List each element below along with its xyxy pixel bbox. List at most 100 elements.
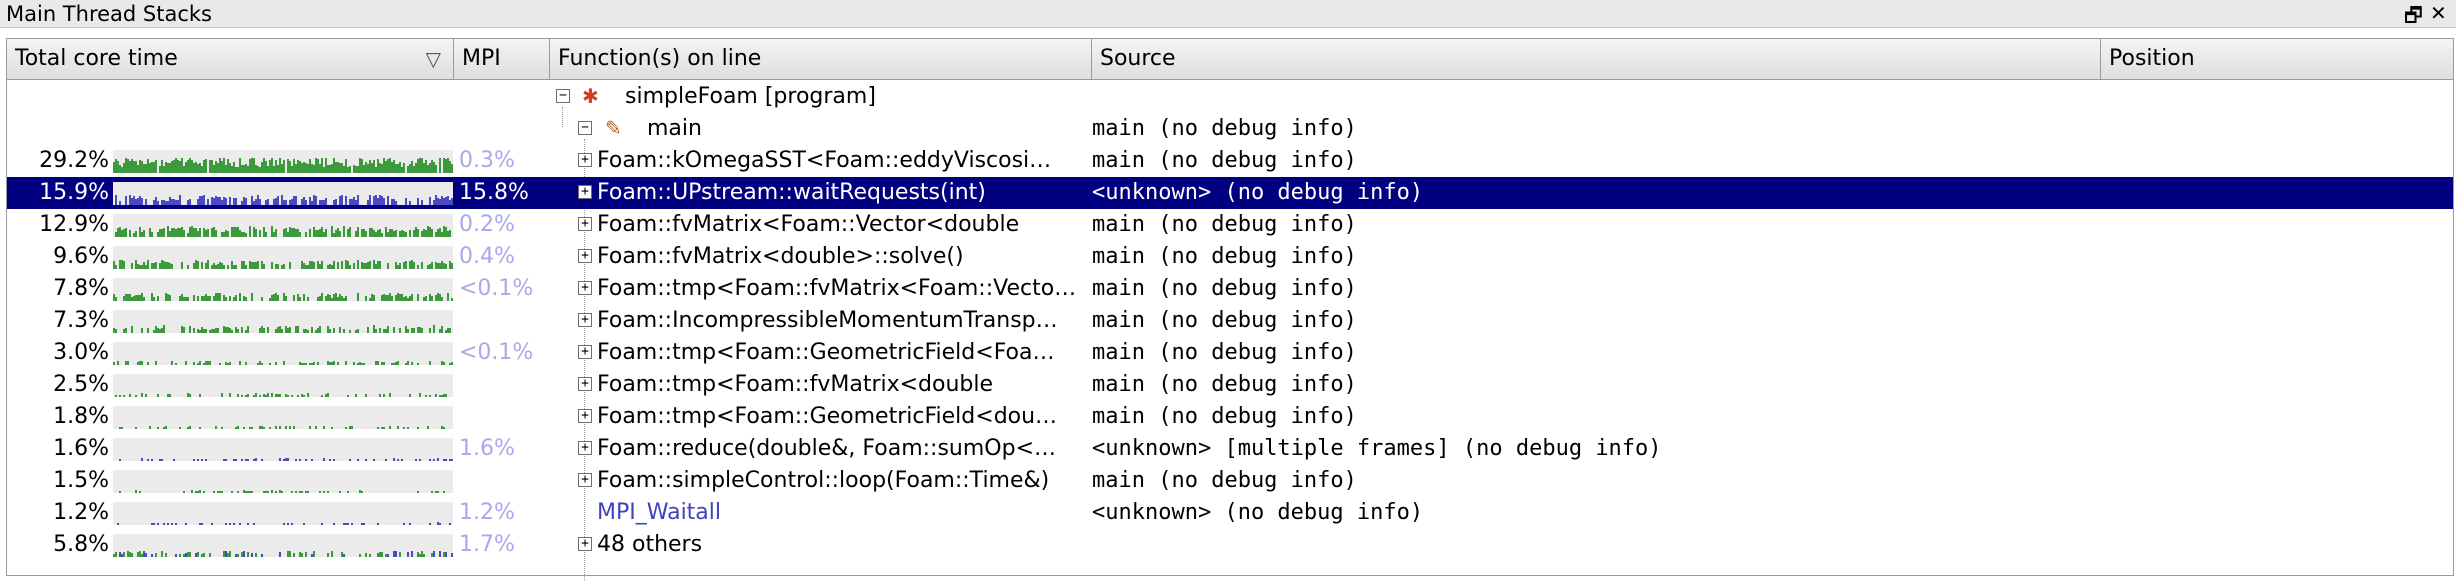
collapse-icon[interactable]: − <box>578 121 592 135</box>
source-location: main (no debug info) <box>1092 468 1357 493</box>
table-row[interactable]: 12.9% 0.2% + Foam::fvMatrix<Foam::Vector<do… <box>7 209 2453 241</box>
core-time-percent: 1.6% <box>53 436 109 461</box>
column-header-source[interactable]: Source <box>1092 39 2101 79</box>
source-location: <unknown> (no debug info) <box>1092 180 1424 205</box>
mpi-percent: <0.1% <box>459 276 534 301</box>
table-row[interactable]: 15.9% 15.8% + Foam::UPstream::waitRequests(… <box>7 177 2453 209</box>
tree-row-main[interactable]: − ✎ main main (no debug info) <box>7 113 2453 145</box>
core-time-percent: 12.9% <box>39 212 109 237</box>
table-row[interactable]: 1.2% 1.2% MPI_Waitall <unknown> (no debug i… <box>7 497 2453 529</box>
function-name: Foam::simpleControl::loop(Foam::Time&) <box>597 468 1050 493</box>
expand-icon[interactable]: + <box>578 345 592 359</box>
mpi-percent: 15.8% <box>459 180 529 205</box>
activity-sparkline <box>113 246 453 269</box>
activity-sparkline <box>113 502 453 525</box>
activity-sparkline <box>113 470 453 493</box>
core-time-percent: 9.6% <box>53 244 109 269</box>
function-name: Foam::fvMatrix<double>::solve() <box>597 244 964 269</box>
column-header-functions[interactable]: Function(s) on line <box>550 39 1092 79</box>
function-name: Foam::tmp<Foam::fvMatrix<Foam::Vecto… <box>597 276 1077 301</box>
function-name: Foam::fvMatrix<Foam::Vector<double <box>597 212 1020 237</box>
close-icon[interactable]: ✕ <box>2430 1 2447 25</box>
expand-icon[interactable]: + <box>578 281 592 295</box>
function-name: Foam::tmp<Foam::GeometricField<Foa… <box>597 340 1055 365</box>
source-location: main (no debug info) <box>1092 212 1357 237</box>
core-time-percent: 15.9% <box>39 180 109 205</box>
activity-sparkline <box>113 310 453 333</box>
restore-icon[interactable]: 🗗 <box>2404 1 2423 35</box>
core-time-percent: 29.2% <box>39 148 109 173</box>
sort-filter-icon[interactable]: ▽ <box>426 39 441 79</box>
mpi-percent: 1.2% <box>459 500 515 525</box>
activity-sparkline <box>113 278 453 301</box>
column-header-total-core-time[interactable]: Total core time ▽ <box>7 39 454 79</box>
activity-sparkline <box>113 342 453 365</box>
tree-row-program[interactable]: − ✱ simpleFoam [program] <box>7 81 2453 113</box>
core-time-percent: 2.5% <box>53 372 109 397</box>
mpi-percent: 0.3% <box>459 148 515 173</box>
function-name: 48 others <box>597 532 703 557</box>
expand-icon[interactable]: + <box>578 249 592 263</box>
table-row[interactable]: 7.8% <0.1% + Foam::tmp<Foam::fvMatrix<Foam:… <box>7 273 2453 305</box>
table-row[interactable]: 5.8% 1.7% +48 others <box>7 529 2453 561</box>
column-header-mpi[interactable]: MPI <box>454 39 550 79</box>
expand-icon[interactable]: + <box>578 153 592 167</box>
table-row[interactable]: 1.8% + Foam::tmp<Foam::GeometricField<dou…… <box>7 401 2453 433</box>
expand-icon[interactable]: + <box>578 409 592 423</box>
expand-icon[interactable]: + <box>578 537 592 551</box>
table-row[interactable]: 2.5% + Foam::tmp<Foam::fvMatrix<double main… <box>7 369 2453 401</box>
mpi-percent: 0.2% <box>459 212 515 237</box>
function-icon: ✎ <box>605 116 622 140</box>
source-location: main (no debug info) <box>1092 308 1357 333</box>
core-time-percent: 7.3% <box>53 308 109 333</box>
core-time-percent: 1.2% <box>53 500 109 525</box>
core-time-percent: 3.0% <box>53 340 109 365</box>
source-location: main (no debug info) <box>1092 148 1357 173</box>
core-time-percent: 7.8% <box>53 276 109 301</box>
activity-sparkline <box>113 374 453 397</box>
expand-icon[interactable]: + <box>578 313 592 327</box>
stacks-table: Total core time ▽ MPI Function(s) on lin… <box>6 38 2454 581</box>
expand-icon[interactable]: + <box>578 185 592 199</box>
collapse-icon[interactable]: − <box>556 89 570 103</box>
column-header-position[interactable]: Position <box>2101 39 2453 79</box>
activity-sparkline <box>113 182 453 205</box>
function-name: Foam::tmp<Foam::fvMatrix<double <box>597 372 994 397</box>
source-location: main (no debug info) <box>1092 404 1357 429</box>
program-icon: ✱ <box>582 84 599 108</box>
core-time-percent: 5.8% <box>53 532 109 557</box>
table-row[interactable]: 7.3% + Foam::IncompressibleMomentumTransp…… <box>7 305 2453 337</box>
table-row[interactable]: 1.6% 1.6% + Foam::reduce(double&, Foam::sum… <box>7 433 2453 465</box>
core-time-percent: 1.8% <box>53 404 109 429</box>
table-row[interactable]: 29.2% 0.3% + Foam::kOmegaSST<Foam::eddyVisc… <box>7 145 2453 177</box>
source-location: main (no debug info) <box>1092 244 1357 269</box>
column-header-label: Total core time <box>15 46 178 71</box>
table-row[interactable]: 3.0% <0.1% + Foam::tmp<Foam::GeometricField… <box>7 337 2453 369</box>
function-name: Foam::tmp<Foam::GeometricField<dou… <box>597 404 1058 429</box>
window-title: Main Thread Stacks <box>6 2 212 26</box>
expand-icon[interactable]: + <box>578 377 592 391</box>
activity-sparkline <box>113 150 453 173</box>
activity-sparkline <box>113 438 453 461</box>
table-row[interactable]: 9.6% 0.4% + Foam::fvMatrix<double>::solve()… <box>7 241 2453 273</box>
title-bar: Main Thread Stacks 🗗 ✕ <box>0 0 2456 28</box>
expand-icon[interactable]: + <box>578 473 592 487</box>
activity-sparkline <box>113 406 453 429</box>
main-function-label: main <box>647 116 702 141</box>
expand-icon[interactable]: + <box>578 217 592 231</box>
mpi-percent: 1.7% <box>459 532 515 557</box>
table-row[interactable]: 1.5% + Foam::simpleControl::loop(Foam::Tim… <box>7 465 2453 497</box>
source-location: main (no debug info) <box>1092 340 1357 365</box>
activity-sparkline <box>113 534 453 557</box>
function-name: Foam::reduce(double&, Foam::sumOp<… <box>597 436 1057 461</box>
program-label: simpleFoam [program] <box>625 84 876 109</box>
function-name: Foam::kOmegaSST<Foam::eddyViscosi… <box>597 148 1052 173</box>
mpi-percent: <0.1% <box>459 340 534 365</box>
core-time-percent: 1.5% <box>53 468 109 493</box>
function-name: Foam::UPstream::waitRequests(int) <box>597 180 986 205</box>
expand-icon[interactable]: + <box>578 441 592 455</box>
activity-sparkline <box>113 214 453 237</box>
table-header: Total core time ▽ MPI Function(s) on lin… <box>7 39 2453 80</box>
function-name: Foam::IncompressibleMomentumTransp… <box>597 308 1058 333</box>
source-location: <unknown> [multiple frames] (no debug in… <box>1092 436 1662 461</box>
